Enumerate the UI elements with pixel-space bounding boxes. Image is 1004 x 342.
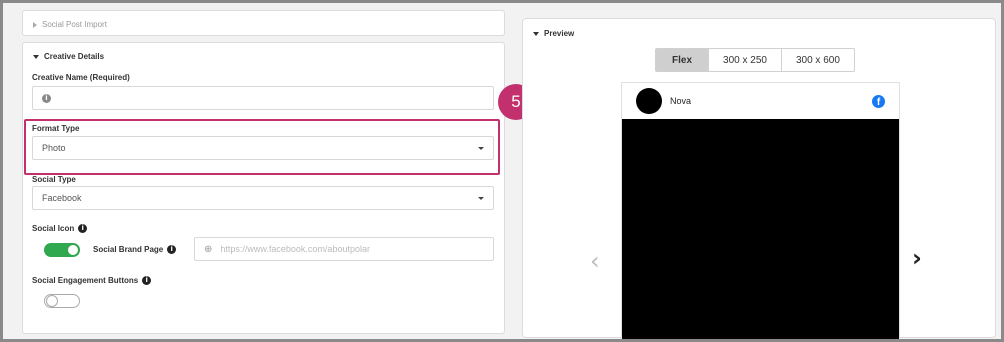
format-type-highlight	[24, 119, 500, 175]
social-type-value: Facebook	[42, 193, 82, 203]
creative-name-label: Creative Name (Required)	[32, 73, 130, 82]
expanded-caret-icon	[533, 31, 539, 36]
social-brand-page-label: Social Brand Page	[93, 245, 164, 254]
avatar	[636, 88, 662, 114]
globe-icon: ⊕	[204, 243, 213, 255]
toggle-knob	[46, 295, 58, 307]
tab-label: 300 x 250	[723, 54, 767, 66]
info-icon: i	[42, 93, 51, 103]
social-type-label: Social Type	[32, 175, 76, 184]
social-engagement-row-label: Social Engagement Buttons i	[32, 276, 152, 285]
next-arrow-icon[interactable]: ›	[912, 246, 922, 270]
creative-details-title: Creative Details	[44, 52, 105, 61]
tab-label: Flex	[672, 54, 693, 66]
creative-name-input[interactable]: i	[32, 86, 494, 110]
facebook-icon: f	[872, 95, 885, 108]
toggle-knob	[67, 244, 79, 256]
preview-title: Preview	[544, 29, 575, 38]
social-brand-page-input[interactable]: ⊕ https://www.facebook.com/aboutpolar	[194, 237, 494, 261]
info-icon[interactable]: i	[78, 224, 88, 233]
brand-name: Nova	[670, 96, 692, 106]
social-post-import-title: Social Post Import	[42, 20, 107, 29]
preview-header[interactable]: Preview	[533, 29, 574, 38]
tab-300x600[interactable]: 300 x 600	[781, 49, 854, 71]
social-post-import-section[interactable]: Social Post Import	[22, 10, 505, 36]
social-icon-label: Social Icon	[32, 224, 75, 233]
tab-flex[interactable]: Flex	[656, 49, 710, 71]
creative-details-header[interactable]: Creative Details	[33, 52, 104, 61]
social-brand-page-row-label: Social Brand Page i	[93, 245, 177, 254]
social-brand-page-placeholder: https://www.facebook.com/aboutpolar	[220, 244, 370, 254]
previous-arrow-icon[interactable]: ‹	[590, 249, 600, 273]
social-engagement-toggle[interactable]	[44, 294, 80, 308]
social-engagement-label: Social Engagement Buttons	[32, 276, 139, 285]
social-icon-toggle[interactable]	[44, 243, 80, 257]
collapsed-caret-icon	[33, 21, 37, 28]
info-icon[interactable]: i	[142, 276, 152, 285]
preview-size-tabs: Flex 300 x 250 300 x 600	[655, 48, 855, 72]
expanded-caret-icon	[33, 54, 39, 59]
social-type-select[interactable]: Facebook	[32, 186, 494, 210]
social-icon-row-label: Social Icon i	[32, 224, 88, 233]
ad-header: Nova f	[622, 83, 899, 119]
tab-300x250[interactable]: 300 x 250	[709, 49, 782, 71]
tab-label: 300 x 600	[795, 54, 840, 66]
ad-media	[622, 119, 899, 339]
info-icon[interactable]: i	[167, 245, 177, 254]
ad-preview: Nova f	[621, 82, 900, 339]
chevron-down-icon	[478, 197, 484, 200]
step-number: 5	[511, 92, 521, 111]
